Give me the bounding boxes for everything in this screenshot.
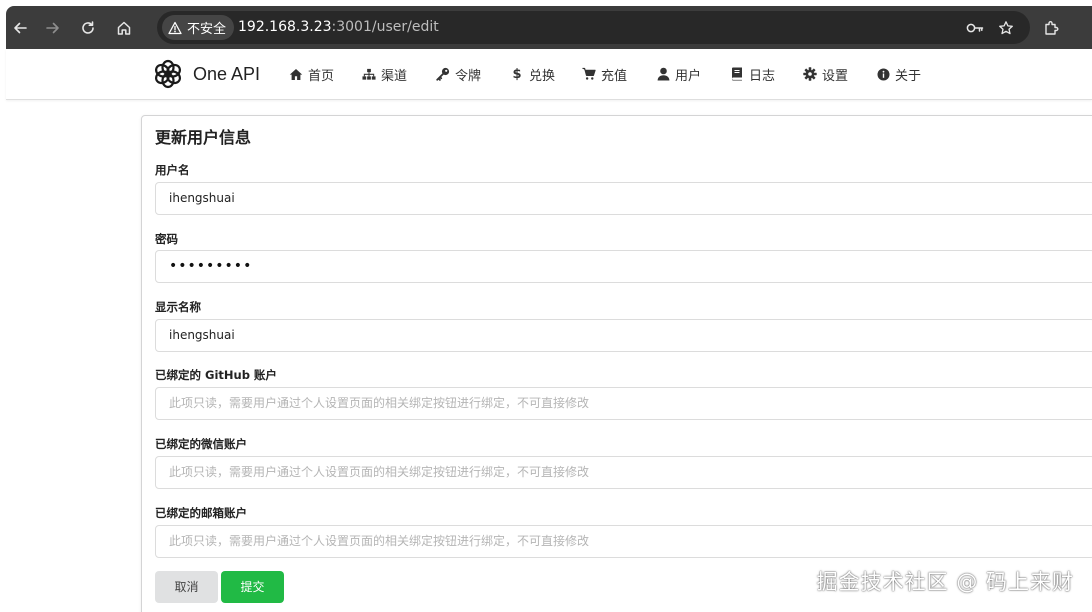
display-name-input[interactable]: ihengshuai bbox=[155, 319, 1092, 352]
arrow-left-icon bbox=[14, 22, 27, 33]
nav-item-label: 令牌 bbox=[455, 68, 482, 84]
nav-item-topup[interactable]: 充值 bbox=[582, 49, 627, 99]
nav-item-label: 用户 bbox=[675, 68, 702, 84]
wechat-account-input[interactable]: 此项只读，需要用户通过个人设置页面的相关绑定按钮进行绑定，不可直接修改 bbox=[155, 456, 1092, 489]
username-input[interactable]: ihengshuai bbox=[155, 182, 1092, 215]
email-account-input[interactable]: 此项只读，需要用户通过个人设置页面的相关绑定按钮进行绑定，不可直接修改 bbox=[155, 525, 1092, 558]
nav-item-label: 日志 bbox=[749, 68, 776, 84]
nav-item-label: 设置 bbox=[822, 68, 849, 84]
display-name-label: 显示名称 bbox=[155, 300, 201, 314]
nav-item-tokens[interactable]: 令牌 bbox=[436, 49, 481, 99]
home-icon bbox=[117, 21, 131, 35]
brand-name: One API bbox=[193, 63, 261, 84]
nav-item-label: 渠道 bbox=[381, 68, 408, 84]
extensions-button[interactable] bbox=[1035, 6, 1067, 49]
app-header: One API 首页 渠道 令牌 $ 兑换 充值 用户 日志 设置 关于 bbox=[6, 49, 1092, 100]
nav-item-redeem[interactable]: $ 兑换 bbox=[510, 49, 555, 99]
watermark: 掘金技术社区 @ 码上来财 bbox=[816, 570, 1074, 594]
password-manager-button[interactable] bbox=[962, 11, 988, 44]
warning-icon bbox=[168, 21, 182, 34]
github-account-input[interactable]: 此项只读，需要用户通过个人设置页面的相关绑定按钮进行绑定，不可直接修改 bbox=[155, 387, 1092, 420]
cart-icon bbox=[582, 67, 596, 81]
email-account-label: 已绑定的邮箱账户 bbox=[155, 506, 247, 520]
star-icon bbox=[999, 20, 1013, 34]
info-icon bbox=[876, 67, 890, 81]
sitemap-icon bbox=[362, 67, 376, 81]
nav-item-settings[interactable]: 设置 bbox=[803, 49, 848, 99]
openai-logo-icon bbox=[155, 59, 181, 89]
security-chip[interactable]: 不安全 bbox=[162, 15, 235, 40]
nav-item-logs[interactable]: 日志 bbox=[730, 49, 775, 99]
url-host: 192.168.3.23 bbox=[238, 19, 332, 35]
address-bar[interactable]: 不安全 192.168.3.23:3001/user/edit bbox=[157, 11, 1030, 44]
nav-item-label: 充值 bbox=[601, 68, 628, 84]
github-account-label: 已绑定的 GitHub 账户 bbox=[155, 368, 277, 382]
cancel-button[interactable]: 取消 bbox=[155, 571, 218, 603]
nav-item-home[interactable]: 首页 bbox=[289, 49, 334, 99]
submit-button[interactable]: 提交 bbox=[221, 571, 284, 603]
reload-icon bbox=[82, 20, 94, 34]
url[interactable]: 192.168.3.23:3001/user/edit bbox=[238, 11, 439, 44]
key-icon bbox=[966, 23, 984, 32]
wechat-account-label: 已绑定的微信账户 bbox=[155, 437, 247, 451]
nav-item-about[interactable]: 关于 bbox=[876, 49, 921, 99]
dollar-icon: $ bbox=[512, 66, 522, 82]
home-icon bbox=[289, 67, 303, 81]
nav-item-label: 关于 bbox=[895, 68, 922, 84]
arrow-right-icon bbox=[46, 22, 59, 33]
key-icon bbox=[436, 67, 450, 81]
user-icon bbox=[656, 67, 670, 81]
book-icon bbox=[730, 67, 744, 81]
nav-item-channels[interactable]: 渠道 bbox=[362, 49, 407, 99]
nav-item-label: 兑换 bbox=[529, 68, 556, 84]
url-path: :3001/user/edit bbox=[331, 19, 439, 35]
gear-icon bbox=[803, 67, 817, 81]
home-button[interactable] bbox=[108, 6, 140, 49]
bookmark-button[interactable] bbox=[993, 11, 1019, 44]
reload-button[interactable] bbox=[72, 6, 104, 49]
password-input[interactable]: ••••••••• bbox=[155, 250, 1092, 283]
screen: 不安全 192.168.3.23:3001/user/edit One API … bbox=[0, 0, 1092, 612]
nav-item-label: 首页 bbox=[308, 68, 335, 84]
username-label: 用户名 bbox=[155, 163, 190, 177]
back-button[interactable] bbox=[4, 6, 36, 49]
nav-item-users[interactable]: 用户 bbox=[656, 49, 701, 99]
page-title: 更新用户信息 bbox=[155, 128, 252, 147]
forward-button[interactable] bbox=[37, 6, 69, 49]
browser-toolbar: 不安全 192.168.3.23:3001/user/edit bbox=[6, 6, 1092, 49]
brand[interactable]: One API bbox=[152, 58, 260, 90]
security-label: 不安全 bbox=[187, 22, 227, 37]
puzzle-icon bbox=[1045, 20, 1059, 35]
password-label: 密码 bbox=[155, 232, 178, 246]
